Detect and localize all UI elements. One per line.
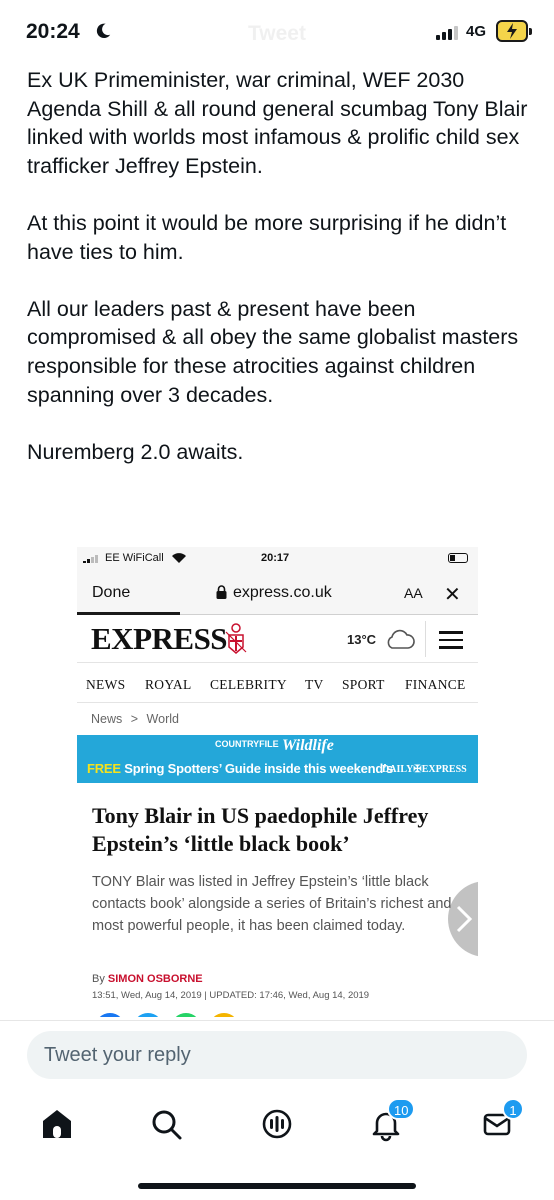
banner-countryfile: COUNTRYFILE bbox=[215, 739, 279, 749]
lock-icon bbox=[216, 585, 227, 599]
banner-line: Spring Spotters’ Guide inside this weeke… bbox=[120, 761, 394, 776]
tab-spaces[interactable] bbox=[257, 1104, 297, 1144]
reply-placeholder: Tweet your reply bbox=[44, 1044, 191, 1066]
menu-icon[interactable] bbox=[439, 631, 463, 649]
masthead-divider bbox=[425, 621, 426, 657]
status-time: 20:24 bbox=[26, 20, 80, 43]
close-button[interactable]: ✕ bbox=[444, 582, 461, 607]
tweet-media-image[interactable]: EE WiFiCall 20:17 Done express.co.uk AA … bbox=[77, 547, 478, 1017]
battery-icon bbox=[448, 553, 468, 563]
battery-icon bbox=[496, 20, 532, 42]
embedded-status-bar: EE WiFiCall 20:17 bbox=[77, 547, 478, 571]
tweet-paragraph: At this point it would be more surprisin… bbox=[27, 210, 507, 264]
banner-text: FREE Spring Spotters’ Guide inside this … bbox=[87, 761, 393, 776]
next-article-button[interactable] bbox=[448, 881, 478, 957]
section-finance[interactable]: FINANCE bbox=[405, 677, 466, 693]
article-dateline: 13:51, Wed, Aug 14, 2019 | UPDATED: 17:4… bbox=[92, 990, 370, 1001]
promo-banner[interactable]: COUNTRYFILE Wildlife FREE Spring Spotter… bbox=[77, 735, 478, 783]
section-sport[interactable]: SPORT bbox=[342, 677, 385, 693]
section-royal[interactable]: ROYAL bbox=[145, 677, 192, 693]
banner-free: FREE bbox=[87, 761, 121, 776]
spaces-icon bbox=[262, 1109, 292, 1139]
banner-wildlife: Wildlife bbox=[282, 737, 334, 754]
cloud-icon bbox=[387, 629, 415, 649]
tweet-paragraph: Ex UK Primeminister, war criminal, WEF 2… bbox=[27, 68, 528, 178]
text-size-button[interactable]: AA bbox=[404, 585, 423, 601]
section-celebrity[interactable]: CELEBRITY bbox=[210, 677, 287, 693]
home-icon bbox=[43, 1110, 71, 1138]
breadcrumb-news[interactable]: News bbox=[91, 712, 122, 726]
signal-icon bbox=[83, 555, 98, 563]
embedded-time: 20:17 bbox=[261, 552, 290, 564]
network-type: 4G bbox=[466, 23, 487, 40]
browser-nav-bar: Done express.co.uk AA ✕ bbox=[77, 571, 478, 615]
express-logo[interactable]: EXPRESS bbox=[91, 621, 228, 657]
section-tv[interactable]: TV bbox=[305, 677, 324, 693]
share-twitter-icon[interactable] bbox=[133, 1013, 163, 1017]
banner-paper: DAILY✠EXPRESS bbox=[382, 764, 467, 775]
share-email-icon[interactable] bbox=[209, 1013, 239, 1017]
moon-icon bbox=[96, 23, 111, 39]
temperature: 13°C bbox=[347, 632, 377, 647]
masthead: EXPRESS 13°C bbox=[77, 615, 478, 663]
share-facebook-icon[interactable] bbox=[95, 1013, 125, 1017]
url-label[interactable]: express.co.uk bbox=[233, 584, 332, 602]
search-icon bbox=[152, 1110, 182, 1140]
share-whatsapp-icon[interactable] bbox=[171, 1013, 201, 1017]
author-link[interactable]: SIMON OSBORNE bbox=[108, 973, 203, 985]
done-button[interactable]: Done bbox=[92, 584, 130, 602]
article-headline: Tony Blair in US paedophile Jeffrey Epst… bbox=[92, 803, 429, 856]
tweet-paragraph: Nuremberg 2.0 awaits. bbox=[27, 439, 244, 464]
carrier-label: EE WiFiCall bbox=[105, 552, 164, 564]
breadcrumb-world[interactable]: World bbox=[147, 712, 179, 726]
byline-prefix: By bbox=[92, 973, 108, 985]
crusader-logo-icon bbox=[225, 623, 247, 654]
tweet-text: Ex UK Primeminister, war criminal, WEF 2… bbox=[27, 66, 537, 495]
chevron-right-icon bbox=[456, 905, 472, 933]
home-indicator bbox=[138, 1183, 416, 1189]
signal-icon bbox=[436, 26, 458, 40]
breadcrumb: News > World bbox=[91, 712, 179, 726]
reply-divider bbox=[0, 1020, 554, 1021]
tweet-paragraph: All our leaders past & present have been… bbox=[27, 296, 519, 407]
tab-home[interactable] bbox=[37, 1104, 77, 1144]
article-byline: By SIMON OSBORNE bbox=[92, 973, 203, 985]
messages-badge: 1 bbox=[502, 1098, 524, 1120]
article-standfirst: TONY Blair was listed in Jeffrey Epstein… bbox=[92, 874, 452, 934]
tab-notifications[interactable]: 10 bbox=[366, 1098, 416, 1144]
notifications-badge: 10 bbox=[387, 1098, 416, 1120]
tab-search[interactable] bbox=[146, 1104, 186, 1144]
tab-messages[interactable]: 1 bbox=[477, 1098, 524, 1144]
section-nav: NEWS ROYAL CELEBRITY TV SPORT FINANCE bbox=[77, 665, 478, 703]
wifi-icon bbox=[172, 553, 186, 563]
chevron-right-icon: > bbox=[130, 712, 139, 726]
section-news[interactable]: NEWS bbox=[86, 677, 125, 693]
status-bar: Tweet 20:24 4G bbox=[0, 0, 554, 66]
reply-input[interactable]: Tweet your reply bbox=[27, 1031, 527, 1079]
